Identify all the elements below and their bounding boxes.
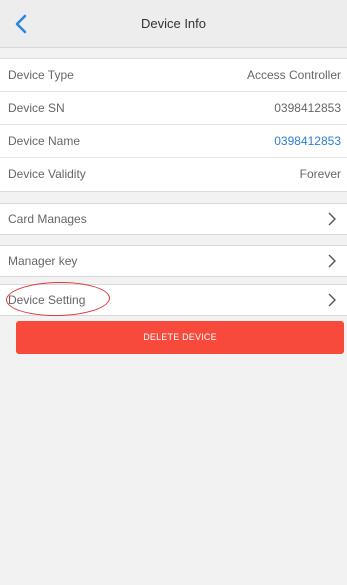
delete-device-button[interactable]: DELETE DEVICE (16, 321, 344, 354)
device-type-value: Access Controller (246, 68, 341, 82)
device-setting-item[interactable]: Device Setting (0, 284, 347, 316)
device-sn-row: Device SN 0398412853 (0, 92, 347, 125)
device-validity-value: Forever (299, 167, 341, 181)
device-validity-row: Device Validity Forever (0, 158, 347, 191)
device-type-label: Device Type (8, 68, 74, 82)
device-validity-label: Device Validity (8, 167, 86, 181)
device-sn-label: Device SN (8, 101, 65, 115)
chevron-right-icon (328, 293, 336, 307)
card-manages-label: Card Manages (8, 212, 87, 226)
device-info-list: Device Type Access Controller Device SN … (0, 58, 347, 192)
device-name-label: Device Name (8, 134, 81, 148)
chevron-right-icon (328, 212, 336, 226)
device-type-row: Device Type Access Controller (0, 59, 347, 92)
device-setting-label: Device Setting (8, 293, 86, 307)
manager-key-label: Manager key (8, 254, 78, 268)
manager-key-item[interactable]: Manager key (0, 245, 347, 277)
app-header: Device Info (0, 0, 347, 48)
device-name-value-link[interactable]: 0398412853 (274, 125, 341, 158)
device-sn-value: 0398412853 (274, 101, 341, 115)
page-title: Device Info (140, 16, 207, 31)
chevron-right-icon (328, 254, 336, 268)
card-manages-item[interactable]: Card Manages (0, 203, 347, 235)
device-name-row[interactable]: Device Name 0398412853 (0, 125, 347, 158)
